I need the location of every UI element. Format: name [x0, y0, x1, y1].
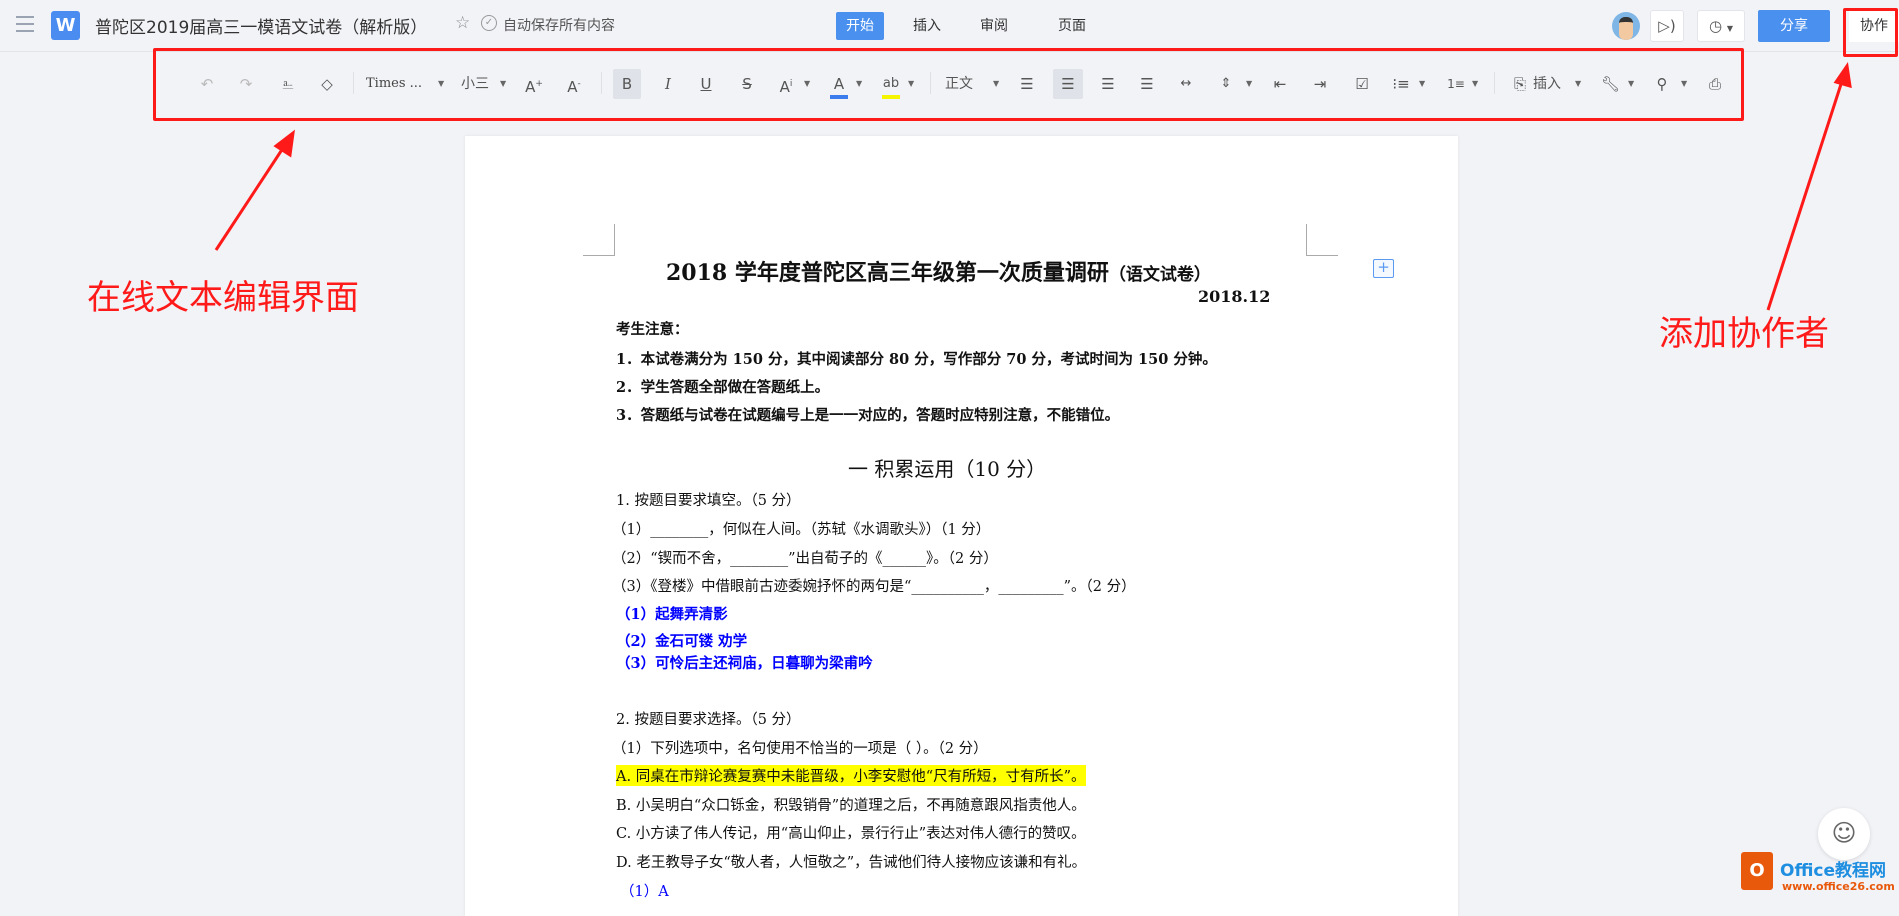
watermark-url: www.office26.com: [1782, 880, 1895, 893]
arrow-to-collab: [1766, 77, 1845, 311]
annotation-arrows: [214, 62, 1852, 311]
arrowhead: [273, 129, 295, 158]
office-logo: O: [1741, 852, 1773, 890]
customer-service-icon[interactable]: ☺: [1818, 808, 1870, 860]
arrowhead: [1833, 62, 1852, 89]
watermark-brand: Office教程网: [1780, 861, 1887, 881]
arrow-to-toolbar: [214, 141, 289, 251]
